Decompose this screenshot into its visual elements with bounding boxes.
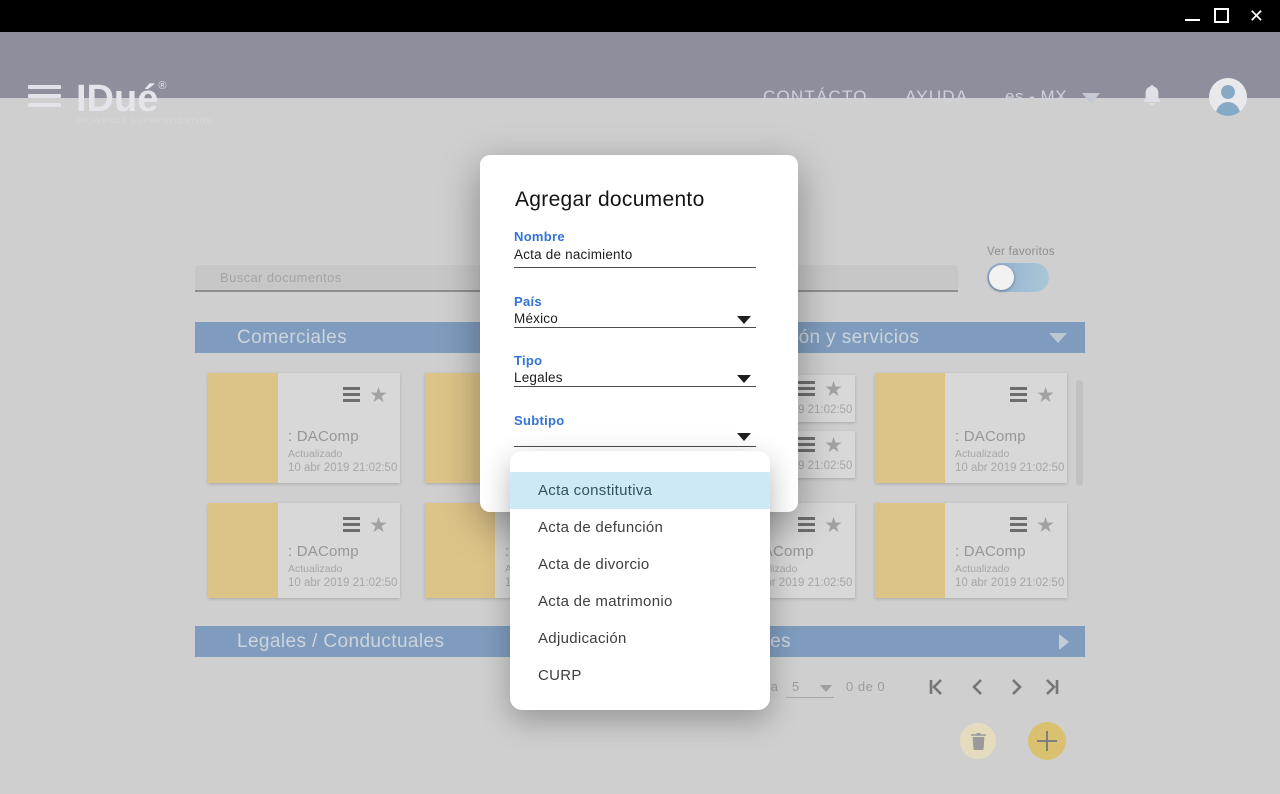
- type-chevron-icon[interactable]: [737, 375, 751, 383]
- dropdown-option-acta-de-matrimonio[interactable]: Acta de matrimonio: [510, 583, 770, 620]
- app-root: ✕ IDué® DILIGENCE AUTHENTICATION CONTÁCT…: [0, 0, 1280, 794]
- window-titlebar: ✕: [0, 0, 1280, 32]
- document-thumbnail: [208, 373, 278, 483]
- card-status: Actualizado: [955, 448, 1063, 460]
- card-menu-icon[interactable]: [798, 517, 815, 535]
- user-avatar[interactable]: [1209, 78, 1247, 116]
- nav-contact-link[interactable]: CONTÁCTO: [763, 87, 868, 107]
- card-status: Actualizado: [288, 448, 396, 460]
- favorite-star-icon[interactable]: ★: [1036, 517, 1055, 535]
- name-field-underline: [514, 267, 756, 268]
- app-header: IDué® DILIGENCE AUTHENTICATION CONTÁCTO …: [0, 32, 1280, 98]
- card-menu-icon[interactable]: [1010, 517, 1027, 535]
- type-field-value[interactable]: Legales: [514, 370, 563, 385]
- name-field-label: Nombre: [514, 229, 565, 244]
- window-maximize-icon[interactable]: [1214, 8, 1229, 23]
- next-page-button[interactable]: [1006, 677, 1026, 697]
- card-name: : DAComp: [288, 543, 396, 560]
- nav-help-link[interactable]: AYUDA: [905, 87, 968, 107]
- document-thumbnail: [425, 503, 495, 598]
- card-updated-time: 10 abr 2019 21:02:50: [288, 462, 396, 474]
- document-card[interactable]: ★ : DAComp Actualizado 10 abr 2019 21:02…: [208, 503, 400, 598]
- section-title: Comerciales: [237, 327, 347, 349]
- dropdown-option-acta-de-defuncion[interactable]: Acta de defunción: [510, 509, 770, 546]
- card-updated-time: 10 abr 2019 21:02:50: [955, 577, 1063, 589]
- type-field-label: Tipo: [514, 353, 542, 368]
- document-card[interactable]: ★ : DAComp Actualizado 10 abr 2019 21:02…: [875, 503, 1067, 598]
- window-close-icon[interactable]: ✕: [1249, 4, 1264, 28]
- card-updated-time: 10 abr 2019 21:02:50: [955, 462, 1063, 474]
- first-page-button[interactable]: [926, 677, 946, 697]
- expand-chevron-right-icon[interactable]: [1059, 634, 1069, 650]
- card-status: Actualizado: [288, 563, 396, 575]
- pagination-range: 0 de 0: [846, 679, 885, 694]
- document-thumbnail: [875, 503, 945, 598]
- subtype-field-underline: [514, 446, 756, 447]
- chevron-down-icon: [1082, 93, 1100, 104]
- favorite-star-icon[interactable]: ★: [1036, 387, 1055, 405]
- dropdown-option-acta-constitutiva[interactable]: Acta constitutiva: [510, 472, 770, 509]
- language-selector[interactable]: es - MX: [1005, 87, 1100, 107]
- subtype-field-label: Subtipo: [514, 413, 564, 428]
- document-card[interactable]: ★ : DAComp Actualizado 10 abr 2019 21:02…: [208, 373, 400, 483]
- favorite-star-icon[interactable]: ★: [369, 387, 388, 405]
- notifications-bell-icon[interactable]: [1143, 85, 1161, 107]
- country-chevron-icon[interactable]: [737, 316, 751, 324]
- document-thumbnail: [875, 373, 945, 483]
- card-name: : DAComp: [955, 543, 1063, 560]
- dropdown-option-acta-de-divorcio[interactable]: Acta de divorcio: [510, 546, 770, 583]
- favorites-toggle-label: Ver favoritos: [987, 246, 1055, 258]
- section-scrollbar[interactable]: [1076, 380, 1083, 486]
- country-field-underline: [514, 327, 756, 328]
- document-thumbnail: [208, 503, 278, 598]
- avatar-person-icon: [1221, 85, 1235, 99]
- card-status: Actualizado: [955, 563, 1063, 575]
- favorite-star-icon[interactable]: ★: [824, 517, 843, 535]
- card-menu-icon[interactable]: [798, 437, 815, 455]
- rows-per-page-chevron-icon[interactable]: [820, 685, 832, 692]
- toggle-knob: [989, 265, 1014, 290]
- delete-button[interactable]: [960, 723, 996, 759]
- name-field-value[interactable]: Acta de nacimiento: [514, 247, 632, 262]
- language-value: es - MX: [1005, 87, 1067, 107]
- last-page-button[interactable]: [1042, 677, 1062, 697]
- subtype-chevron-icon[interactable]: [737, 433, 751, 441]
- rows-per-page-select[interactable]: 5: [792, 679, 799, 694]
- favorite-star-icon[interactable]: ★: [824, 437, 843, 455]
- trash-icon: [971, 733, 986, 750]
- card-updated-time: 10 abr 2019 21:02:50: [288, 577, 396, 589]
- plus-icon: [1037, 731, 1057, 751]
- card-name: : DAComp: [288, 428, 396, 445]
- document-card[interactable]: ★ : DAComp Actualizado 10 abr 2019 21:02…: [875, 373, 1067, 483]
- country-field-value[interactable]: México: [514, 311, 558, 326]
- section-title: Legales / Conductuales: [237, 631, 444, 653]
- rows-per-page-underline: [786, 697, 834, 698]
- favorite-star-icon[interactable]: ★: [824, 381, 843, 399]
- card-menu-icon[interactable]: [343, 517, 360, 535]
- previous-page-button[interactable]: [968, 677, 988, 697]
- favorites-toggle[interactable]: [987, 263, 1049, 292]
- card-menu-icon[interactable]: [343, 387, 360, 405]
- type-field-underline: [514, 386, 756, 387]
- logo-subtitle: DILIGENCE AUTHENTICATION: [76, 116, 213, 125]
- window-minimize-icon[interactable]: [1185, 19, 1200, 21]
- registered-mark: ®: [158, 80, 166, 92]
- add-document-button[interactable]: [1028, 722, 1066, 760]
- dropdown-option-adjudicacion[interactable]: Adjudicación: [510, 620, 770, 657]
- favorite-star-icon[interactable]: ★: [369, 517, 388, 535]
- app-logo: IDué® DILIGENCE AUTHENTICATION: [76, 66, 213, 125]
- card-name: : DAComp: [955, 428, 1063, 445]
- subtype-dropdown-menu: Acta constitutiva Acta de defunción Acta…: [510, 451, 770, 710]
- card-menu-icon[interactable]: [1010, 387, 1027, 405]
- menu-hamburger-icon[interactable]: [28, 85, 61, 112]
- card-menu-icon[interactable]: [798, 381, 815, 399]
- logo-title: IDué®: [76, 66, 213, 119]
- dropdown-option-curp[interactable]: CURP: [510, 657, 770, 694]
- modal-title: Agregar documento: [515, 188, 705, 212]
- collapse-chevron-down-icon[interactable]: [1049, 333, 1067, 343]
- country-field-label: País: [514, 294, 542, 309]
